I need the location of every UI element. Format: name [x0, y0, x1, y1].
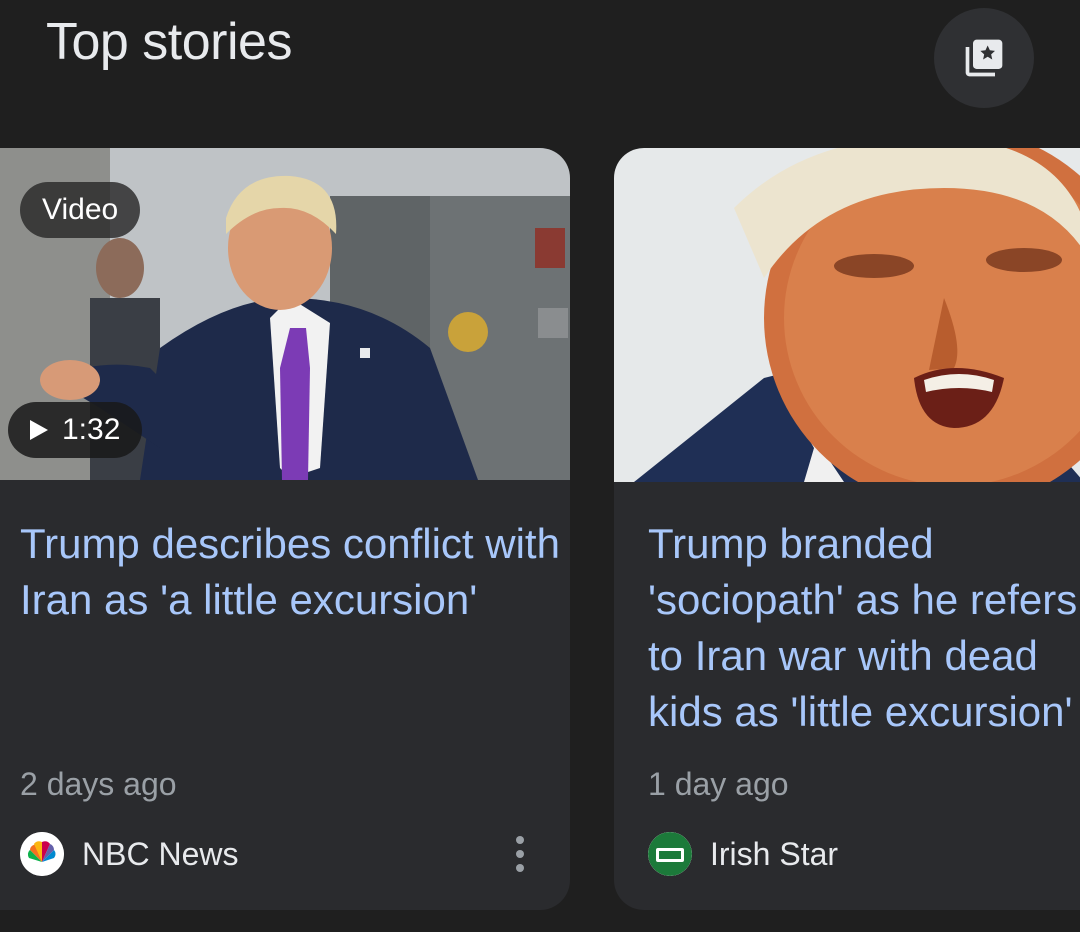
source-name[interactable]: Irish Star: [710, 836, 838, 873]
nbc-peacock-logo: [20, 832, 64, 876]
story-source: NBC News: [20, 832, 238, 876]
story-image: [614, 148, 1080, 482]
more-vert-dot: [516, 864, 524, 872]
source-name[interactable]: NBC News: [82, 836, 238, 873]
duration-text: 1:32: [62, 413, 121, 446]
story-thumbnail[interactable]: [614, 148, 1080, 482]
video-badge: Video: [20, 182, 141, 238]
story-source: Irish Star: [648, 832, 838, 876]
video-duration[interactable]: 1:32: [8, 402, 143, 458]
irish-star-logo: [648, 832, 692, 876]
stories-carousel[interactable]: Video 1:32 Trump describes conflict with…: [0, 148, 1080, 910]
story-card[interactable]: Trump branded 'sociopath' as he refers t…: [614, 148, 1080, 910]
more-options-button[interactable]: [500, 832, 540, 876]
story-time: 1 day ago: [648, 766, 789, 802]
story-headline[interactable]: Trump branded 'sociopath' as he refers t…: [648, 516, 1080, 740]
story-headline[interactable]: Trump describes conflict with Iran as 'a…: [20, 516, 560, 628]
headline-line: kids as 'little excursion': [648, 688, 1073, 735]
headline-line: to Iran war with dead: [648, 632, 1038, 679]
story-thumbnail[interactable]: Video 1:32: [0, 148, 570, 480]
more-vert-icon: [516, 836, 524, 844]
story-card[interactable]: Video 1:32 Trump describes conflict with…: [0, 148, 570, 910]
story-time: 2 days ago: [20, 766, 177, 802]
section-title: Top stories: [46, 13, 292, 71]
saved-stories-button[interactable]: [934, 8, 1034, 108]
headline-line: Trump branded: [648, 520, 934, 567]
more-vert-dot: [516, 850, 524, 858]
top-stories-page: Top stories Video 1:32 Trump describes c…: [0, 0, 1080, 932]
play-icon: [30, 420, 48, 440]
saved-collection-icon: [965, 39, 1003, 77]
headline-line: 'sociopath' as he refers: [648, 576, 1078, 623]
